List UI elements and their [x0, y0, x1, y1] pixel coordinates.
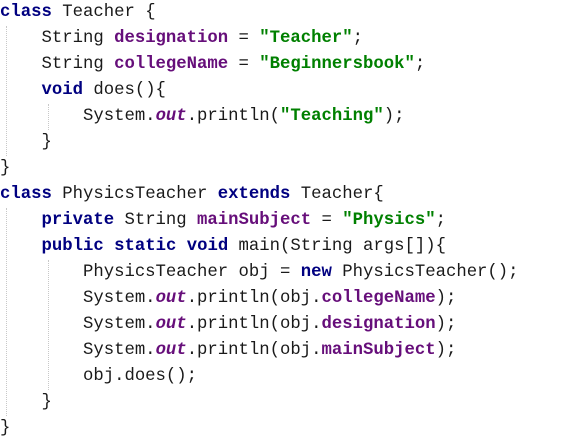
field-token: mainSubject [321, 341, 436, 360]
field-token: mainSubject [197, 211, 312, 230]
code-line: public static void main(String args[]){ [0, 234, 446, 260]
keyword-token: class [0, 185, 52, 204]
code-token: main(String args[]){ [228, 237, 446, 256]
code-line: class Teacher { [0, 0, 156, 26]
static-field-token: out [155, 289, 187, 308]
code-token: ; [414, 55, 426, 74]
code-line: System.out.println("Teaching"); [0, 104, 405, 130]
code-token: PhysicsTeacher obj = [0, 263, 301, 282]
keyword-token: new [300, 263, 332, 282]
code-token: PhysicsTeacher(); [331, 263, 519, 282]
code-token: ); [435, 341, 457, 360]
field-token: collegeName [321, 289, 436, 308]
code-token: } [0, 133, 52, 152]
code-line: } [0, 416, 10, 442]
code-token: } [0, 159, 11, 178]
keyword-token: void [186, 237, 229, 256]
code-line: String designation = "Teacher"; [0, 26, 363, 52]
code-token: .println(obj. [186, 289, 322, 308]
code-token: does(){ [82, 81, 166, 100]
field-token: collegeName [114, 55, 229, 74]
code-line: System.out.println(obj.collegeName); [0, 286, 456, 312]
code-line: } [0, 156, 10, 182]
code-line: void does(){ [0, 78, 166, 104]
code-line: private String mainSubject = "Physics"; [0, 208, 446, 234]
code-line: obj.does(); [0, 364, 197, 390]
code-editor-view[interactable]: class Teacher { String designation = "Te… [0, 0, 586, 447]
code-line: PhysicsTeacher obj = new PhysicsTeacher(… [0, 260, 519, 286]
code-token: System. [0, 341, 156, 360]
keyword-token: extends [217, 185, 291, 204]
code-line: System.out.println(obj.mainSubject); [0, 338, 456, 364]
field-token: designation [321, 315, 436, 334]
code-token: .println( [186, 107, 281, 126]
code-line: } [0, 130, 52, 156]
static-field-token: out [155, 107, 187, 126]
keyword-token: public [41, 237, 104, 256]
code-token: .println(obj. [186, 315, 322, 334]
keyword-token: class [0, 3, 52, 22]
string-literal-token: "Teacher" [259, 29, 353, 48]
static-field-token: out [155, 341, 187, 360]
code-token: ; [352, 29, 363, 48]
code-token: ); [435, 289, 457, 308]
code-token: System. [0, 315, 156, 334]
code-token: String [0, 29, 115, 48]
code-token: Teacher { [51, 3, 156, 22]
code-token: = [228, 29, 260, 48]
code-line: System.out.println(obj.designation); [0, 312, 456, 338]
field-token: designation [114, 29, 229, 48]
keyword-token: private [41, 211, 115, 230]
code-token: = [311, 211, 343, 230]
code-token: = [228, 55, 260, 74]
code-token: String [0, 55, 115, 74]
string-literal-token: "Teaching" [280, 107, 384, 126]
code-token: ); [383, 107, 405, 126]
code-line: String collegeName = "Beginnersbook"; [0, 52, 425, 78]
static-field-token: out [155, 315, 187, 334]
code-token: System. [0, 107, 156, 126]
code-token: } [0, 393, 52, 412]
code-token: String [114, 211, 198, 230]
code-token: .println(obj. [186, 341, 322, 360]
code-token: System. [0, 289, 156, 308]
code-token: } [0, 419, 11, 438]
string-literal-token: "Physics" [342, 211, 436, 230]
code-token: PhysicsTeacher [51, 185, 218, 204]
code-line: class PhysicsTeacher extends Teacher{ [0, 182, 384, 208]
keyword-token: void [41, 81, 83, 100]
code-line: } [0, 390, 52, 416]
code-token: Teacher{ [290, 185, 384, 204]
code-token: obj.does(); [0, 367, 198, 386]
keyword-token: static [114, 237, 177, 256]
string-literal-token: "Beginnersbook" [259, 55, 415, 74]
code-token: ); [435, 315, 457, 334]
code-token: ; [435, 211, 446, 230]
